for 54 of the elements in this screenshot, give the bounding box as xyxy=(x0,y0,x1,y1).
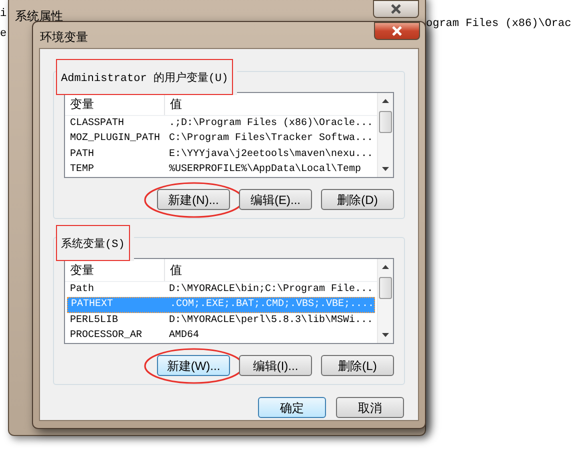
variable-name: Path xyxy=(69,282,96,297)
console-text: e xyxy=(0,27,7,42)
dialog-button[interactable]: 确定 xyxy=(258,397,326,418)
list-row[interactable]: MOZ_PLUGIN_PATH C:\Program Files\Tracker Softwa... xyxy=(67,131,375,146)
variable-value: E:\YYYjava\j2eetools\maven\nexu... xyxy=(168,148,374,162)
scroll-down-icon xyxy=(382,167,389,171)
variable-value: D:\MYORACLE\perl\5.8.3\lib\MSWi... xyxy=(168,314,374,328)
variable-value: .COM;.EXE;.BAT;.CMD;.VBS;.VBE;.... xyxy=(169,298,374,312)
variable-value: C:\Program Files\Tracker Softwa... xyxy=(168,132,374,146)
variable-name: PATHEXT xyxy=(70,298,114,312)
console-text: ogram Files (x86)\Orac xyxy=(426,17,572,32)
list-row[interactable]: PERL5LIB D:\MYORACLE\perl\5.8.3\lib\MSWi... xyxy=(67,312,376,328)
dialog-button[interactable]: 新建(N)... xyxy=(157,189,230,210)
dialog-button[interactable]: 删除(D) xyxy=(321,189,394,210)
console-text: i xyxy=(0,7,7,22)
scrollbar[interactable] xyxy=(377,93,393,177)
scroll-up-icon xyxy=(382,99,389,103)
variable-name: PATH xyxy=(69,148,96,162)
group-title: 系统变量(S) xyxy=(61,239,125,251)
dialog-button[interactable]: 编辑(E)... xyxy=(239,189,312,210)
scroll-down-icon xyxy=(382,333,390,337)
dialog-button[interactable]: 取消 xyxy=(336,397,404,418)
scroll-thumb[interactable] xyxy=(379,111,392,133)
dialog-button[interactable]: 新建(W)... xyxy=(157,355,230,376)
column-header[interactable]: 值 xyxy=(165,259,378,281)
scroll-thumb[interactable] xyxy=(379,277,392,299)
close-icon xyxy=(391,26,403,36)
dialog-button[interactable]: 删除(L) xyxy=(321,355,394,376)
scroll-up-icon xyxy=(382,265,390,269)
scrollbar[interactable] xyxy=(377,259,393,343)
variable-value: AMD64 xyxy=(168,328,200,343)
variable-name: CLASSPATH xyxy=(69,117,126,132)
list-row[interactable]: TEMP %USERPROFILE%\AppData\Local\Temp xyxy=(67,162,375,177)
group-title: Administrator 的用户变量(U) xyxy=(61,73,228,85)
column-header[interactable]: 变量 xyxy=(65,259,165,281)
dialog-button[interactable]: 编辑(I)... xyxy=(239,355,312,376)
list-row[interactable]: Path D:\MYORACLE\bin;C:\Program File... xyxy=(67,282,376,297)
close-button[interactable] xyxy=(374,22,420,40)
variable-name: PERL5LIB xyxy=(69,314,120,328)
column-header[interactable]: 值 xyxy=(165,93,377,115)
variable-name: PROCESSOR_AR xyxy=(69,328,144,343)
window-title: 系统属性 xyxy=(15,8,63,25)
variable-value: %USERPROFILE%\AppData\Local\Temp xyxy=(168,162,362,177)
list-row[interactable]: CLASSPATH .;D:\Program Files (x86)\Oracle... xyxy=(67,116,375,132)
variable-value: .;D:\Program Files (x86)\Oracle... xyxy=(168,116,374,132)
list-row[interactable]: PATH E:\YYYjava\j2eetools\maven\nexu... xyxy=(67,146,375,162)
variable-value: D:\MYORACLE\bin;C:\Program File... xyxy=(168,282,374,297)
list-row[interactable]: PROCESSOR_AR AMD64 xyxy=(67,328,376,343)
close-icon xyxy=(390,4,402,14)
variable-name: MOZ_PLUGIN_PATH xyxy=(69,132,162,146)
window-title: 环境变量 xyxy=(40,29,88,46)
close-button[interactable] xyxy=(373,0,419,18)
variable-name: TEMP xyxy=(69,162,96,177)
column-header[interactable]: 变量 xyxy=(65,93,165,115)
